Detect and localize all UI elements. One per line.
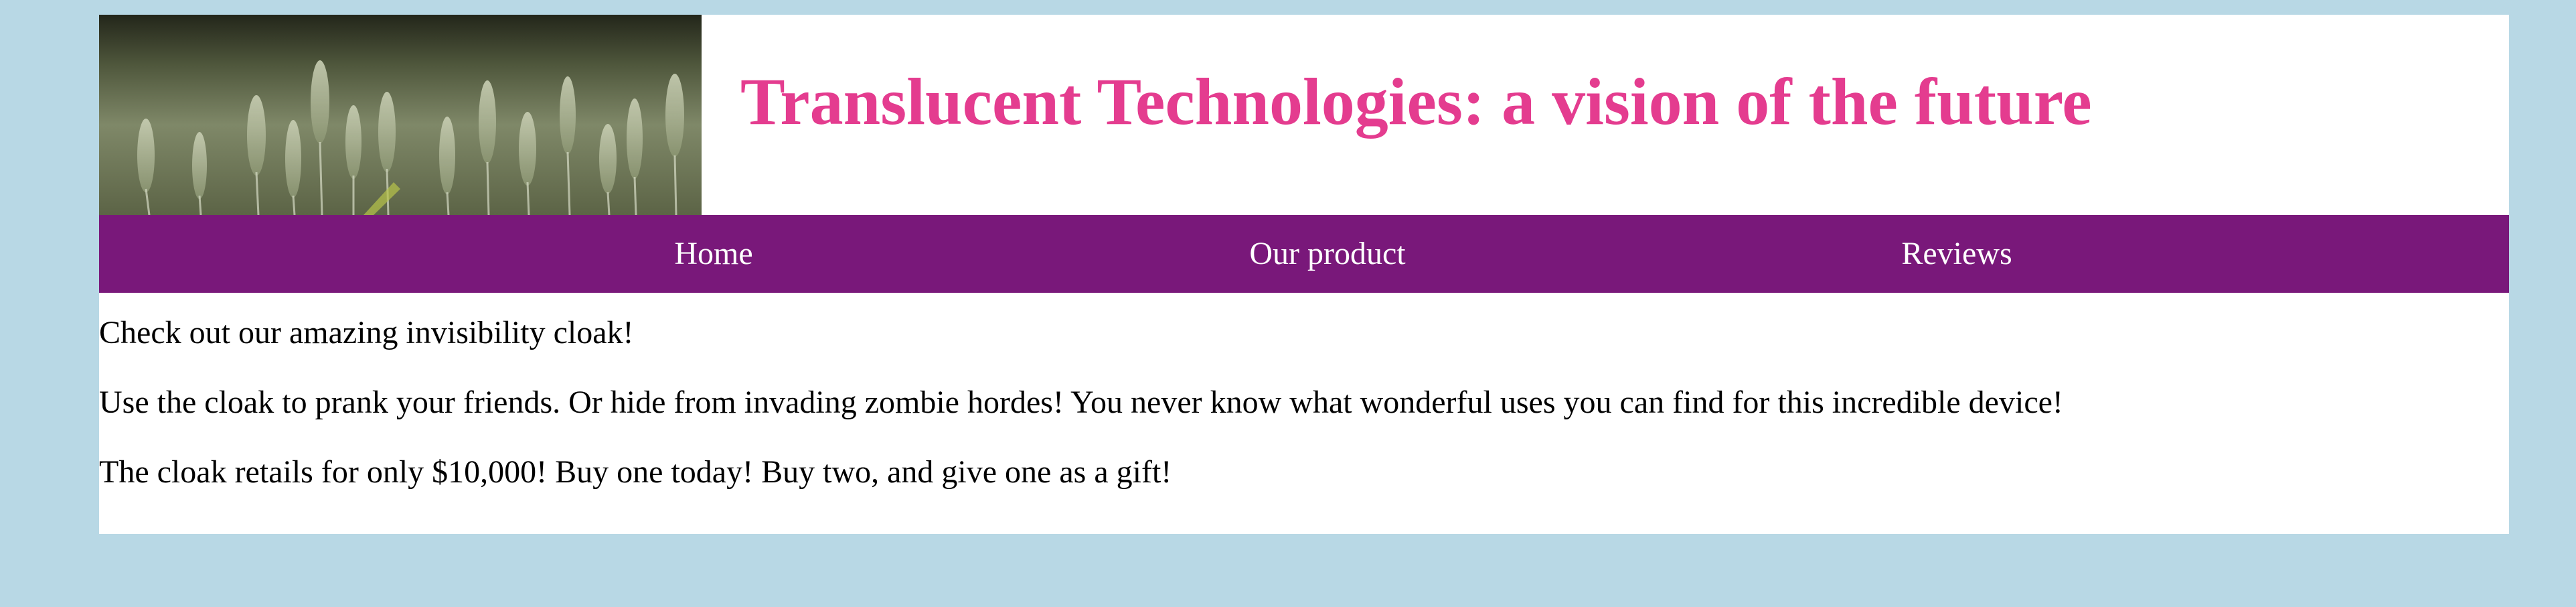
- nav-link-our-product[interactable]: Our product: [1249, 215, 1405, 293]
- intro-paragraph: Check out our amazing invisibility cloak…: [99, 315, 634, 350]
- nav-link-reviews[interactable]: Reviews: [1901, 215, 2012, 293]
- banner-image: [99, 15, 702, 215]
- nav-link-home[interactable]: Home: [674, 215, 752, 293]
- uses-paragraph: Use the cloak to prank your friends. Or …: [99, 385, 2063, 420]
- main-nav: Home Our product Reviews: [99, 215, 2509, 293]
- wheat-field-graphic: [99, 15, 702, 215]
- page-container: Translucent Technologies: a vision of th…: [99, 15, 2509, 534]
- price-paragraph: The cloak retails for only $10,000! Buy …: [99, 454, 1172, 490]
- site-header: Translucent Technologies: a vision of th…: [99, 15, 2509, 215]
- main-content: Check out our amazing invisibility cloak…: [99, 293, 2509, 507]
- page-title: Translucent Technologies: a vision of th…: [740, 64, 2092, 139]
